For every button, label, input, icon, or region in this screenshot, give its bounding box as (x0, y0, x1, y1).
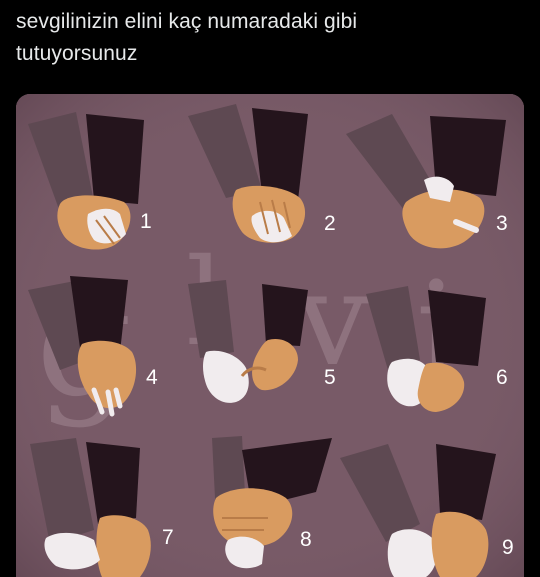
panel-6-number: 6 (496, 366, 508, 389)
hand-holding-illustration: g l v j 1 2 3 (16, 94, 524, 577)
panel-8-number: 8 (300, 528, 312, 551)
post-text-line-1: sevgilinizin elini kaç numaradaki gibi (16, 10, 358, 33)
panel-7-number: 7 (162, 526, 174, 549)
panel-3-number: 3 (496, 212, 508, 235)
panel-2-number: 2 (324, 212, 336, 235)
panel-9-number: 9 (502, 536, 514, 559)
post-text: sevgilinizin elini kaç numaradaki gibi t… (16, 6, 516, 70)
post-image[interactable]: g l v j 1 2 3 (16, 94, 524, 577)
post-text-line-2: tutuyorsunuz (16, 42, 138, 65)
panel-5-number: 5 (324, 366, 336, 389)
panel-4-number: 4 (146, 366, 158, 389)
panel-1-number: 1 (140, 210, 152, 233)
